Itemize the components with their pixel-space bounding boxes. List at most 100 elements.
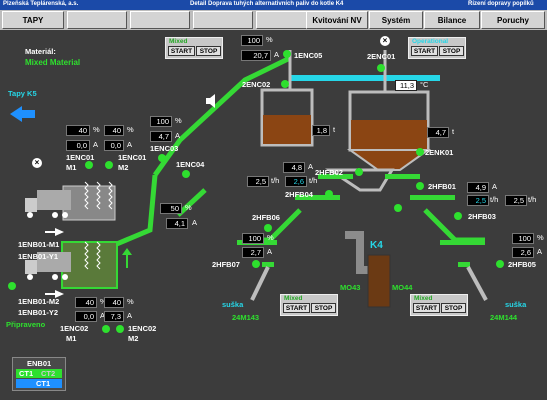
conveyor-1enc03-belt [111, 174, 158, 249]
temperature-value: 11,3 [395, 80, 417, 91]
enc05-status-indicator [283, 50, 291, 58]
enc01-m1-current-value: 0,0 [66, 140, 90, 151]
hfb01-flow-b-value: 2,5 [505, 195, 527, 206]
enc02-m2-percent-value: 40 [104, 297, 124, 308]
enb01-legend[interactable]: ENB01 CT1 CT2 CT1 [12, 357, 66, 391]
hfb04-label: 2HFB04 [285, 190, 313, 199]
menu-empty-button-1[interactable] [67, 11, 127, 29]
hfb03-status-indicator [454, 212, 462, 220]
enb01-m2-label: 1ENB01-M2 [18, 297, 60, 306]
enk01-label: 2ENK01 [425, 148, 454, 157]
bin-right-fill [351, 120, 427, 149]
menu-empty-button-2[interactable] [130, 11, 190, 29]
hfb07-current-value: 2,7 [242, 247, 264, 258]
hfb07-percent-value: 100 [242, 233, 264, 244]
enc02-m2-current-value: 7,3 [104, 311, 124, 322]
conveyor-2enc01-belt [290, 75, 440, 81]
hfb07-status-indicator [252, 260, 260, 268]
hfb01-status-indicator [416, 182, 424, 190]
hfb05-label: 2HFB05 [508, 260, 536, 269]
enb01-m1-label: 1ENB01-M1 [18, 240, 60, 249]
system-name: Řízení dopravy popílků [468, 1, 534, 7]
hfb-center-status-indicator [394, 204, 402, 212]
menu-system-button[interactable]: Systém [369, 11, 423, 29]
pripraveno-label: Připraveno [6, 320, 46, 329]
enc01-m2-label: 1ENC01 [118, 153, 147, 162]
window-title: Detail Doprava tuhých alternativních pal… [190, 1, 344, 7]
hfb01-flow-a-value: 2,5 [467, 195, 489, 206]
hfb06-label: 2HFB06 [252, 213, 280, 222]
enc01-m1-percent-value: 40 [66, 125, 90, 136]
tapy-k5-arrow [10, 106, 35, 122]
menu-poruchy-button[interactable]: Poruchy [481, 11, 545, 29]
control-box-bottom-left: Mixed START STOP [280, 294, 338, 316]
material-value: Mixed Material [25, 58, 81, 67]
enc02-m1-current-value: 0,0 [75, 311, 97, 322]
enc01-status-indicator [377, 64, 385, 72]
mo44-label: MO44 [392, 283, 413, 292]
stop-button-top-right[interactable]: STOP [439, 46, 464, 56]
menu-empty-button-3[interactable] [193, 11, 253, 29]
hfb05-status-indicator [496, 260, 504, 268]
stop-button-bottom-left[interactable]: STOP [311, 303, 336, 313]
enc03-label: 1ENC03 [150, 144, 179, 153]
enc01-m2-current-value: 0,0 [104, 140, 124, 151]
enc02-m1-status-indicator [102, 325, 110, 333]
enc04-status-indicator [182, 170, 190, 178]
hfb04-status-indicator [325, 190, 333, 198]
enc01-m2-status-indicator [105, 161, 113, 169]
menu-bar: TAPY Kvitování NV Systém Bilance Poruchy [0, 10, 547, 30]
enc03-status-indicator [158, 154, 166, 162]
enc01-m1-status-indicator [85, 161, 93, 169]
m143-label: 24M143 [232, 313, 260, 322]
bin-left-weight-value: 1,8 [312, 125, 330, 136]
start-button-bottom-left[interactable]: START [283, 303, 310, 313]
hfb02-current-value: 4,8 [283, 162, 305, 173]
enc02-label: 2ENC02 [242, 80, 271, 89]
suska-left-label: suška [222, 300, 244, 309]
mo43-label: MO43 [340, 283, 361, 292]
start-button-bottom-right[interactable]: START [413, 303, 440, 313]
enc01-m2-percent-value: 40 [104, 125, 124, 136]
enc01-close-icon[interactable]: × [380, 36, 390, 46]
hfb01-label: 2HFB01 [428, 182, 456, 191]
enc04-percent-value: 50 [160, 203, 182, 214]
hfb02-flow-a-value: 2,5 [247, 176, 269, 187]
enc05-label: 1ENC05 [294, 51, 323, 60]
stop-button-bottom-right[interactable]: STOP [441, 303, 466, 313]
bin-right-weight-value: 4,7 [427, 127, 449, 138]
enb01-y1-label: 1ENB01-Y1 [18, 252, 59, 261]
menu-kvitovani-button[interactable]: Kvitování NV [306, 11, 368, 29]
menu-bilance-button[interactable]: Bilance [424, 11, 480, 29]
hfb07-label: 2HFB07 [212, 260, 240, 269]
hfb02-flow-b-value: 2,6 [285, 176, 307, 187]
enc01-x-icon[interactable]: × [32, 158, 42, 168]
company-name: Plzeňská Teplárenská, a.s. [3, 1, 79, 7]
start-button-top-right[interactable]: START [411, 46, 438, 56]
enc02-m1-percent-value: 40 [75, 297, 97, 308]
hfb03-label: 2HFB03 [468, 212, 496, 221]
bin-left-fill [263, 115, 311, 144]
hfb02-status-indicator [355, 168, 363, 176]
enc05-current-value: 20,7 [241, 50, 271, 61]
tapy-k5-label[interactable]: Tapy K5 [8, 89, 37, 98]
m144-label: 24M144 [490, 313, 518, 322]
enc02-m2-status-indicator [116, 325, 124, 333]
enc04-label: 1ENC04 [176, 160, 205, 169]
enc03-current-value: 4,7 [150, 131, 172, 142]
k4-label: K4 [370, 240, 383, 251]
enc03-percent-value: 100 [150, 116, 172, 127]
suska-right-label: suška [505, 300, 527, 309]
enc01-label: 2ENC01 [367, 52, 396, 61]
enc05-percent-value: 100 [241, 35, 263, 46]
title-bar: Plzeňská Teplárenská, a.s. Detail Doprav… [0, 0, 547, 10]
stop-button-top-left[interactable]: STOP [196, 46, 221, 56]
enc04-current-value: 4,1 [166, 218, 188, 229]
menu-tapy-button[interactable]: TAPY [2, 11, 64, 29]
start-button-top-left[interactable]: START [168, 46, 195, 56]
material-label: Materiál: [25, 47, 56, 56]
enb01-status-indicator [8, 282, 16, 290]
enc02-m1-label: 1ENC02 [60, 324, 89, 333]
control-box-top-left: Mixed START STOP [165, 37, 223, 59]
hfb06-status-indicator [264, 224, 272, 232]
